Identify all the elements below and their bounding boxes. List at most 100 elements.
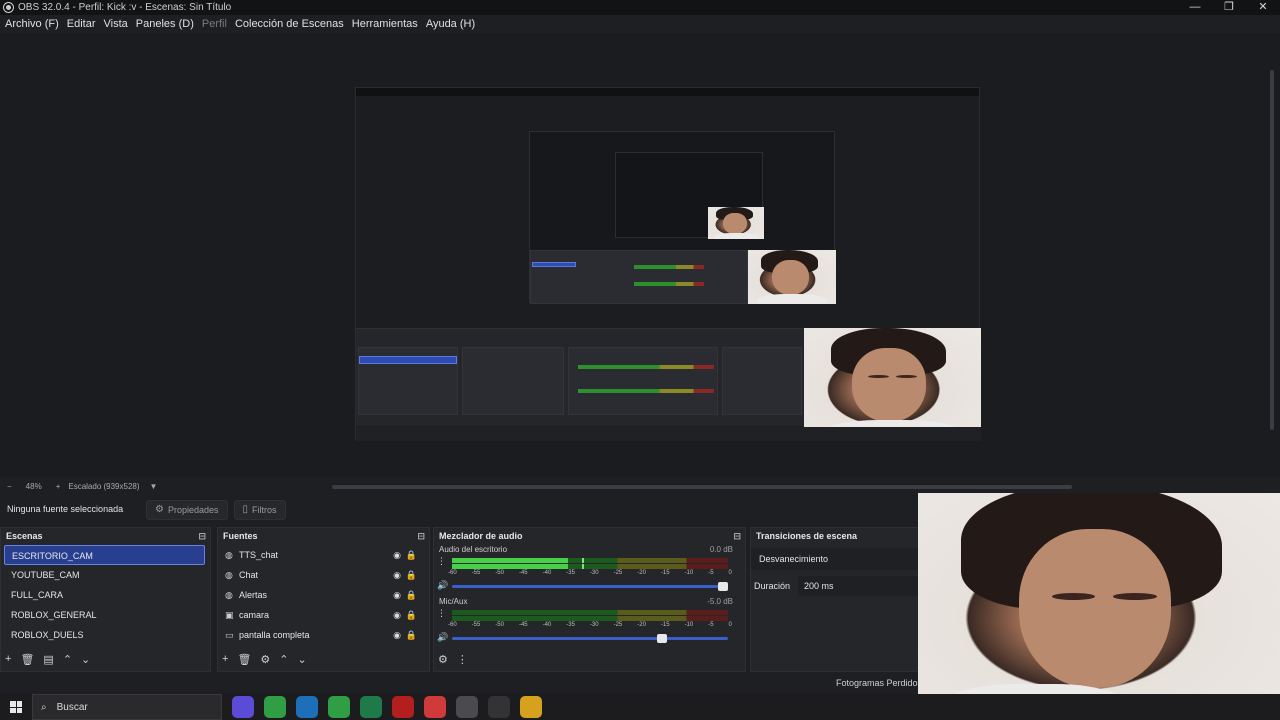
menu-view[interactable]: Vista: [104, 18, 128, 30]
filter-icon[interactable]: ▤: [43, 653, 53, 666]
source-item[interactable]: ▣ camara ◉ 🔒: [218, 605, 429, 625]
monitor-icon: ▭: [225, 629, 234, 640]
preview-horizontal-scrollbar[interactable]: [332, 485, 1072, 489]
duration-input[interactable]: 200 ms: [798, 576, 924, 596]
volume-meter: [452, 558, 728, 563]
filters-label: Filtros: [252, 504, 277, 515]
captured-menu-bar: [356, 96, 979, 104]
minimize-button[interactable]: —: [1178, 0, 1212, 15]
menu-bar: Archivo (F) Editar Vista Paneles (D) Per…: [0, 15, 1280, 33]
menu-edit[interactable]: Editar: [67, 18, 96, 30]
trash-icon[interactable]: 🗑: [20, 653, 34, 666]
add-icon[interactable]: +: [222, 653, 228, 665]
nested-sources-panel: [462, 347, 564, 415]
preview-vertical-scrollbar[interactable]: [1270, 70, 1274, 430]
nested-scene-selection-2: [532, 262, 576, 267]
filters-button[interactable]: ▯ Filtros: [233, 499, 286, 520]
title-bar: OBS 32.0.4 - Perfil: Kick :v - Escenas: …: [0, 0, 1280, 15]
visibility-eye-icon[interactable]: ◉: [393, 570, 401, 581]
channel-menu-icon[interactable]: ⋮: [437, 608, 446, 619]
source-name: TTS_chat: [239, 550, 279, 560]
source-name: Chat: [239, 570, 259, 580]
voicemeeter-icon[interactable]: [392, 696, 414, 718]
meter-tick-label: -5: [708, 570, 714, 576]
mixer-title: Mezclador de audio: [439, 531, 523, 541]
channel-menu-icon[interactable]: ⋮: [437, 556, 446, 567]
capture-app-icon[interactable]: [456, 696, 478, 718]
undock-icon[interactable]: ⊟: [733, 528, 741, 544]
source-item[interactable]: ◍ Chat ◉ 🔒: [218, 565, 429, 585]
start-button[interactable]: [0, 694, 32, 720]
zoom-in-button[interactable]: +: [56, 482, 61, 491]
undock-icon[interactable]: ⊟: [417, 528, 425, 544]
volume-knob[interactable]: [718, 582, 728, 591]
menu-scene-collection[interactable]: Colección de Escenas: [235, 18, 344, 30]
lock-icon[interactable]: 🔒: [406, 550, 417, 561]
lock-icon[interactable]: 🔒: [406, 590, 417, 601]
filter-icon: ▯: [242, 503, 249, 515]
trash-icon[interactable]: 🗑: [237, 653, 251, 666]
scene-item[interactable]: ESCRITORIO_CAM: [4, 545, 205, 565]
mixer-menu-icon[interactable]: ⋮: [457, 653, 468, 666]
volume-knob[interactable]: [657, 634, 668, 643]
lock-icon[interactable]: 🔒: [406, 570, 417, 581]
meter-tick-label: -30: [589, 570, 599, 576]
source-item[interactable]: ◍ TTS_chat ◉ 🔒: [218, 545, 429, 565]
scenes-title: Escenas: [6, 531, 43, 541]
lock-icon[interactable]: 🔒: [406, 630, 417, 641]
browser-icon: ◍: [225, 569, 233, 580]
scaling-dropdown-icon[interactable]: ▼: [150, 482, 158, 491]
scene-item[interactable]: ROBLOX_GENERAL: [4, 605, 205, 625]
visibility-eye-icon[interactable]: ◉: [393, 590, 401, 601]
scene-item[interactable]: ROBLOX_DUELS: [4, 625, 205, 645]
menu-profile: Perfil: [201, 18, 227, 30]
volume-slider[interactable]: [452, 582, 728, 591]
add-icon[interactable]: +: [5, 653, 11, 665]
down-arrow-icon[interactable]: ⌄: [298, 653, 307, 666]
speaker-icon[interactable]: 🔊: [437, 632, 448, 643]
messenger-icon[interactable]: [232, 696, 254, 718]
properties-button[interactable]: ⚙ Propiedades: [146, 499, 228, 520]
lock-icon[interactable]: 🔒: [406, 610, 417, 621]
folder-icon[interactable]: [520, 696, 542, 718]
scene-item[interactable]: FULL_CARA: [4, 585, 205, 605]
source-item[interactable]: ▭ pantalla completa ◉ 🔒: [218, 625, 429, 645]
menu-tools[interactable]: Herramientas: [352, 18, 418, 30]
chrome-icon[interactable]: [424, 696, 446, 718]
chrome-icon[interactable]: [264, 696, 286, 718]
transition-select[interactable]: Desvanecimiento: [751, 548, 924, 570]
obs-icon[interactable]: [488, 696, 510, 718]
zoom-out-button[interactable]: −: [7, 482, 12, 491]
meter-level: [452, 564, 568, 569]
up-arrow-icon[interactable]: ⌃: [63, 653, 72, 666]
chrome-icon[interactable]: [328, 696, 350, 718]
speaker-icon[interactable]: 🔊: [437, 580, 448, 591]
volume-slider[interactable]: [452, 634, 728, 643]
captured-window-title: [356, 88, 979, 96]
up-arrow-icon[interactable]: ⌃: [279, 653, 288, 666]
channel-db: -5.0 dB: [707, 597, 733, 606]
editor-icon[interactable]: [296, 696, 318, 718]
visibility-eye-icon[interactable]: ◉: [393, 610, 401, 621]
menu-help[interactable]: Ayuda (H): [426, 18, 475, 30]
down-arrow-icon[interactable]: ⌄: [81, 653, 90, 666]
undock-icon[interactable]: ⊟: [198, 528, 206, 544]
meter-tick-label: -50: [495, 622, 504, 628]
advanced-audio-gear-icon[interactable]: ⚙: [438, 653, 448, 666]
taskbar-search[interactable]: ⌕ Buscar: [32, 694, 222, 720]
close-button[interactable]: ✕: [1246, 0, 1280, 15]
terminal-icon[interactable]: [360, 696, 382, 718]
context-bar: Ninguna fuente seleccionada ⚙ Propiedade…: [0, 497, 920, 522]
scene-item[interactable]: YOUTUBE_CAM: [4, 565, 205, 585]
visibility-eye-icon[interactable]: ◉: [393, 550, 401, 561]
nested-meter-2: [634, 265, 704, 269]
search-placeholder: Buscar: [56, 701, 88, 713]
taskbar-apps: [232, 696, 542, 718]
source-item[interactable]: ◍ Alertas ◉ 🔒: [218, 585, 429, 605]
menu-file[interactable]: Archivo (F): [5, 18, 59, 30]
menu-docks[interactable]: Paneles (D): [136, 18, 194, 30]
channel-name: Mic/Aux: [439, 597, 468, 606]
gear-icon[interactable]: ⚙: [260, 653, 270, 666]
restore-button[interactable]: ❐: [1212, 0, 1246, 15]
visibility-eye-icon[interactable]: ◉: [393, 630, 401, 641]
